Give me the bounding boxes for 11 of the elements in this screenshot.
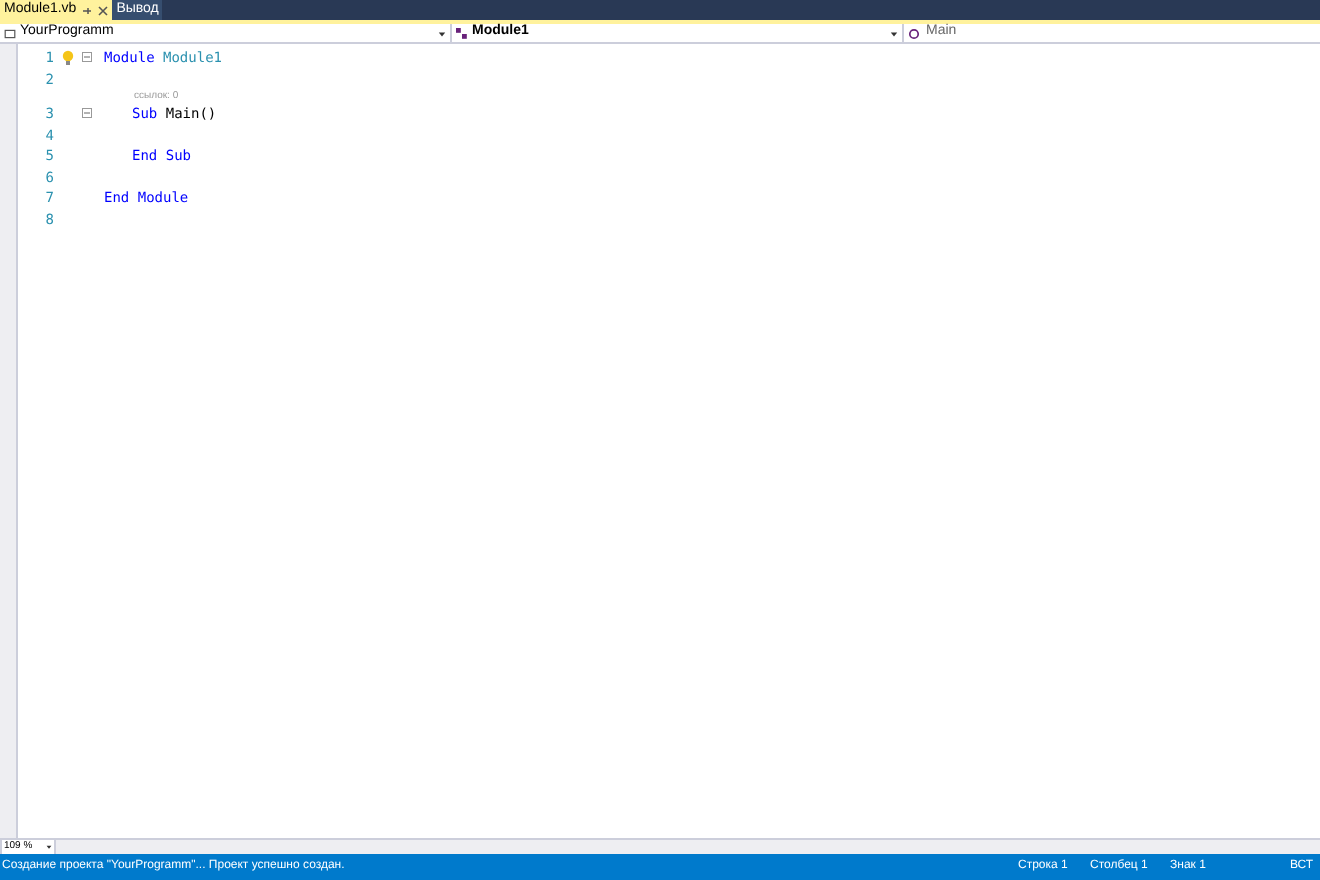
dropdown-arrow-icon xyxy=(890,29,898,37)
close-icon[interactable] xyxy=(98,5,109,15)
project-icon xyxy=(4,27,16,39)
collapse-icon[interactable] xyxy=(81,52,91,63)
module-icon xyxy=(456,27,468,39)
dropdown-arrow-icon xyxy=(438,29,446,37)
dropdown-arrow-icon xyxy=(46,844,52,850)
collapse-icon[interactable] xyxy=(81,108,91,119)
pin-icon[interactable] xyxy=(82,5,93,15)
lightbulb-icon[interactable] xyxy=(61,50,73,67)
method-icon xyxy=(908,27,920,39)
